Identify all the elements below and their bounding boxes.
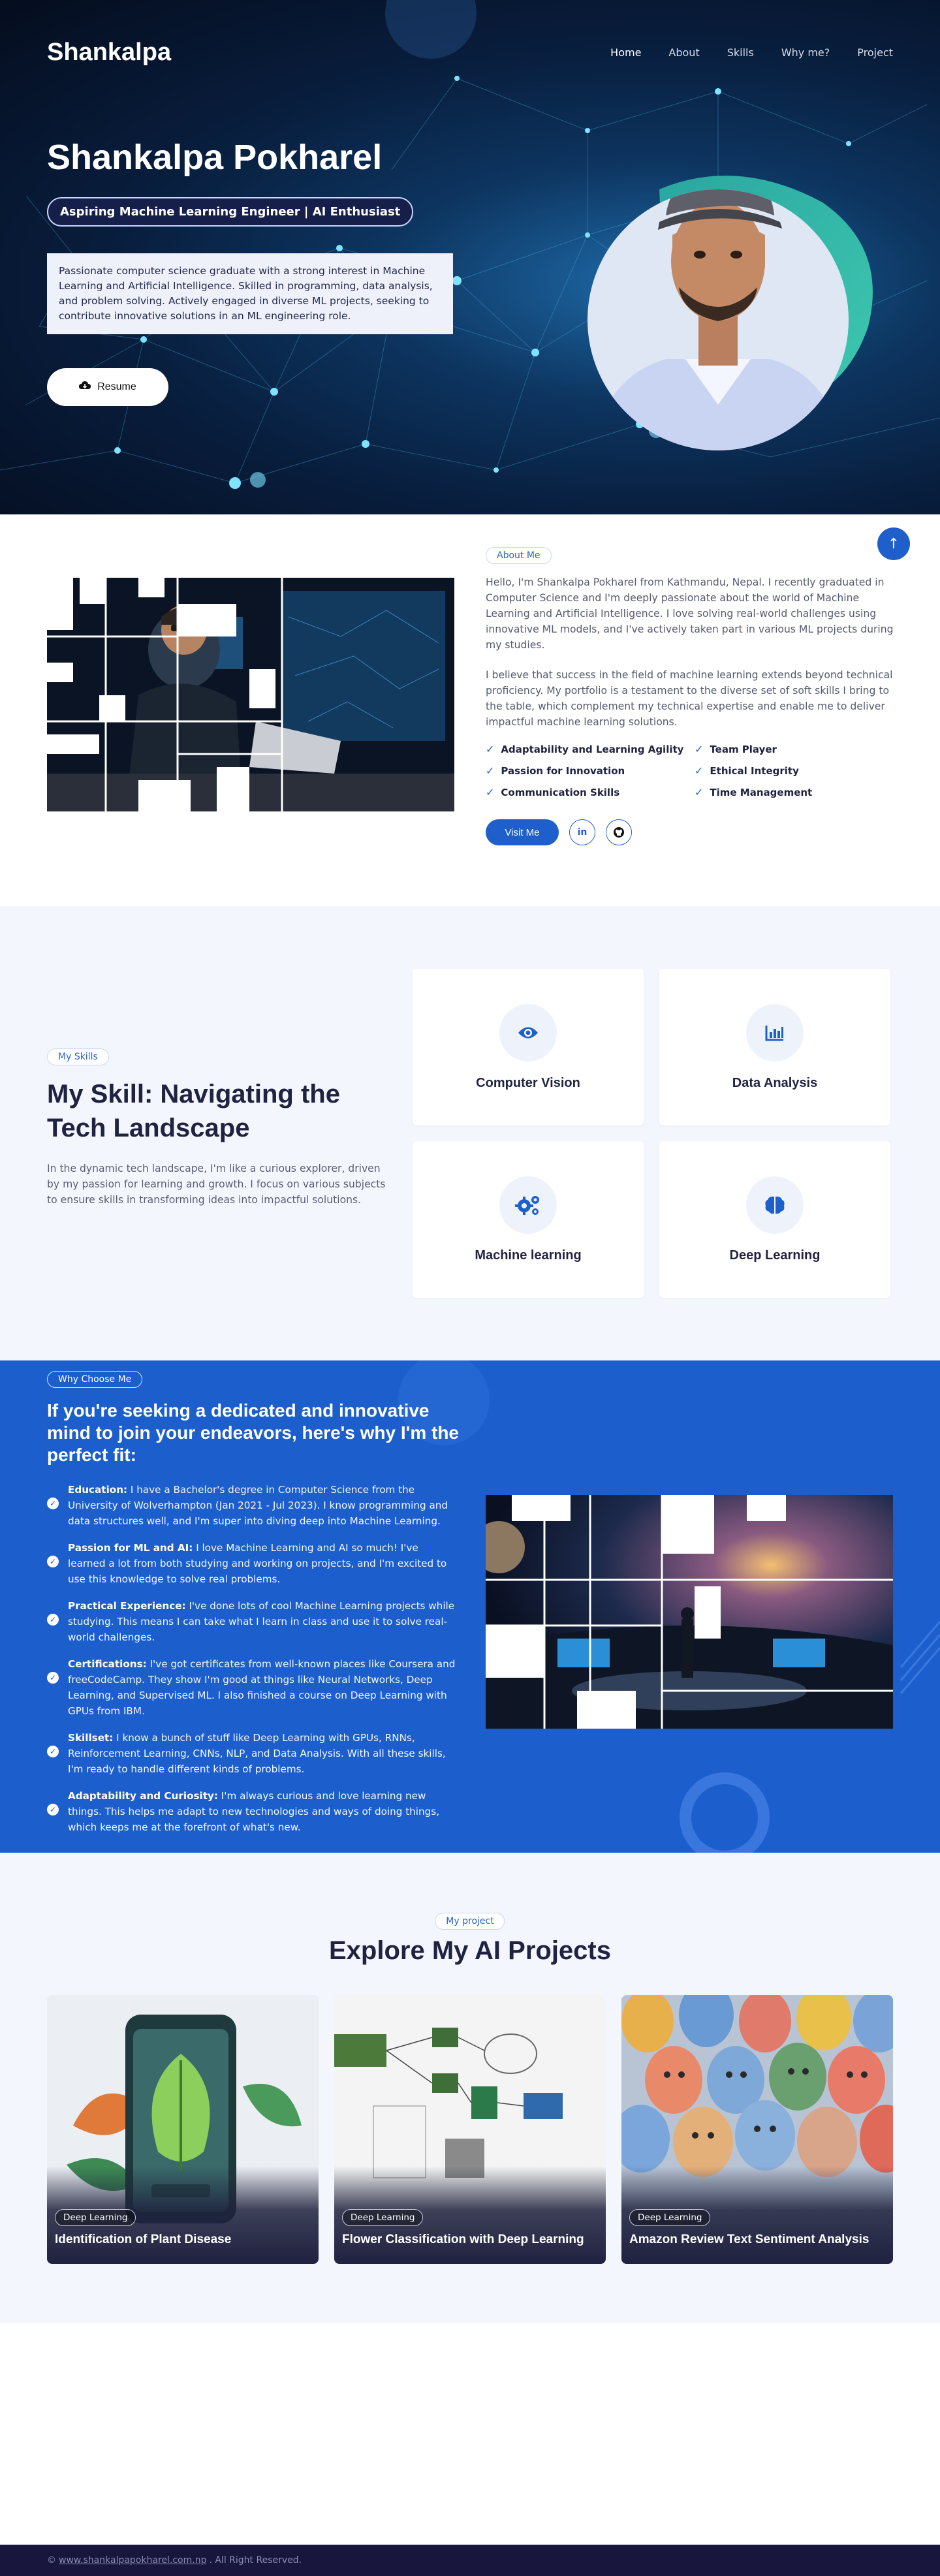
quality-item: ✓ Ethical Integrity	[695, 764, 799, 777]
hero-role-badge: Aspiring Machine Learning Engineer | AI …	[47, 197, 414, 227]
qualities-list: ✓ Adaptability and Learning Agility ✓ Team…	[486, 743, 896, 798]
why-me-section: Why Choose Me If you're seeking a dedica…	[0, 1360, 940, 1853]
why-title: If you're seeking a dedicated and innova…	[47, 1400, 459, 1465]
quality-item: ✓ Passion for Innovation	[486, 764, 625, 777]
projects-grid: Deep Learning Identification of Plant Di…	[47, 1995, 893, 2264]
check-circle-icon: ✓	[47, 1746, 59, 1757]
about-section: About Me Hello, I'm Shankalpa Pokharel f…	[0, 514, 940, 906]
eye-icon	[499, 1003, 557, 1061]
bar-chart-icon	[746, 1003, 804, 1061]
skills-pill: My Skills	[47, 1048, 109, 1065]
why-item: ✓ Practical Experience: I've done lots of…	[47, 1598, 458, 1645]
brain-icon	[746, 1176, 804, 1234]
project-card-sentiment-analysis[interactable]: Deep Learning Amazon Review Text Sentime…	[621, 1995, 893, 2264]
blank-spacer	[0, 2323, 940, 2545]
skills-intro: My Skills My Skill: Navigating the Tech …	[47, 1048, 386, 1208]
why-illustration	[486, 1495, 893, 1729]
check-circle-icon: ✓	[47, 1804, 59, 1815]
visit-me-button[interactable]: Visit Me	[486, 819, 559, 845]
check-icon: ✓	[695, 764, 704, 777]
quality-item: ✓ Communication Skills	[486, 786, 620, 798]
skills-section: My Skills My Skill: Navigating the Tech …	[0, 906, 940, 1360]
skills-text: In the dynamic tech landscape, I'm like …	[47, 1163, 386, 1206]
nav-about[interactable]: About	[668, 46, 699, 59]
skill-name: Deep Learning	[729, 1248, 821, 1263]
quality-item: ✓ Time Management	[695, 786, 813, 798]
about-content: About Me Hello, I'm Shankalpa Pokharel f…	[486, 547, 896, 845]
check-icon: ✓	[486, 764, 495, 777]
gears-icon	[499, 1176, 557, 1234]
hero-name: Shankalpa Pokharel	[47, 138, 383, 177]
project-tag: Deep Learning	[342, 2209, 424, 2226]
cloud-download-icon	[79, 381, 91, 394]
project-tag: Deep Learning	[629, 2209, 711, 2226]
skill-name: Data Analysis	[732, 1075, 818, 1090]
about-actions: Visit Me in	[486, 819, 896, 845]
hero-section: Shankalpa Home About Skills Why me? Proj…	[0, 0, 940, 514]
why-item: ✓ Education: I have a Bachelor's degree i…	[47, 1482, 458, 1529]
skill-card-computer-vision[interactable]: Computer Vision	[413, 969, 644, 1125]
check-circle-icon: ✓	[47, 1498, 59, 1509]
projects-section: My project Explore My AI Projects Deep L…	[0, 1853, 940, 2323]
skill-name: Computer Vision	[476, 1075, 580, 1090]
check-circle-icon: ✓	[47, 1672, 59, 1684]
why-list: ✓ Education: I have a Bachelor's degree i…	[47, 1482, 458, 1846]
skill-name: Machine learning	[475, 1248, 582, 1263]
nav-links: Home About Skills Why me? Project	[610, 46, 893, 59]
about-paragraph-2: I believe that success in the field of m…	[486, 669, 893, 728]
footer-site-link[interactable]: www.shankalpapokharel.com.np	[59, 2555, 206, 2566]
project-tag: Deep Learning	[55, 2209, 136, 2226]
scroll-to-top-button[interactable]: ↑	[877, 527, 910, 560]
check-icon: ✓	[695, 786, 704, 798]
about-pill: About Me	[486, 547, 552, 564]
about-paragraph-1: Hello, I'm Shankalpa Pokharel from Kathm…	[486, 576, 894, 651]
project-card-plant-disease[interactable]: Deep Learning Identification of Plant Di…	[47, 1995, 319, 2264]
resume-button[interactable]: Resume	[47, 368, 168, 406]
brand-logo[interactable]: Shankalpa	[47, 39, 171, 67]
project-card-flower-classification[interactable]: Deep Learning Flower Classification with…	[334, 1995, 606, 2264]
why-item: ✓ Skillset: I know a bunch of stuff like …	[47, 1730, 458, 1777]
hero-description: Passionate computer science graduate wit…	[47, 253, 453, 334]
check-circle-icon: ✓	[47, 1614, 59, 1626]
github-icon[interactable]	[606, 819, 632, 845]
why-item: ✓ Adaptability and Curiosity: I'm always …	[47, 1788, 458, 1835]
project-name: Flower Classification with Deep Learning	[342, 2233, 584, 2246]
why-item: ✓ Passion for ML and AI: I love Machine L…	[47, 1540, 458, 1587]
check-icon: ✓	[695, 743, 704, 755]
skill-card-data-analysis[interactable]: Data Analysis	[659, 969, 890, 1125]
projects-title: Explore My AI Projects	[329, 1936, 611, 1965]
skills-grid: Computer Vision Data Analysis Machine le…	[413, 969, 890, 1298]
project-name: Identification of Plant Disease	[55, 2233, 232, 2246]
check-icon: ✓	[486, 786, 495, 798]
why-item: ✓ Certifications: I've got certificates f…	[47, 1656, 458, 1719]
nav-home[interactable]: Home	[610, 46, 641, 59]
skill-card-deep-learning[interactable]: Deep Learning	[659, 1141, 890, 1298]
about-illustration	[47, 578, 454, 811]
nav-project[interactable]: Project	[857, 46, 893, 59]
why-pill: Why Choose Me	[47, 1371, 143, 1388]
skills-title: My Skill: Navigating the Tech Landscape	[47, 1080, 340, 1142]
top-navigation: Shankalpa Home About Skills Why me? Proj…	[0, 0, 940, 104]
quality-item: ✓ Team Player	[695, 743, 777, 755]
nav-skills[interactable]: Skills	[727, 46, 754, 59]
projects-pill: My project	[435, 1913, 505, 1930]
arrow-up-icon: ↑	[887, 535, 900, 552]
profile-photo	[588, 176, 873, 450]
footer: © www.shankalpapokharel.com.np . All Rig…	[0, 2545, 940, 2576]
check-circle-icon: ✓	[47, 1556, 59, 1567]
nav-why-me[interactable]: Why me?	[781, 46, 830, 59]
quality-item: ✓ Adaptability and Learning Agility	[486, 743, 684, 755]
skill-card-machine-learning[interactable]: Machine learning	[413, 1141, 644, 1298]
project-name: Amazon Review Text Sentiment Analysis	[629, 2233, 870, 2246]
resume-label: Resume	[97, 381, 136, 392]
linkedin-icon[interactable]: in	[569, 819, 595, 845]
check-icon: ✓	[486, 743, 495, 755]
